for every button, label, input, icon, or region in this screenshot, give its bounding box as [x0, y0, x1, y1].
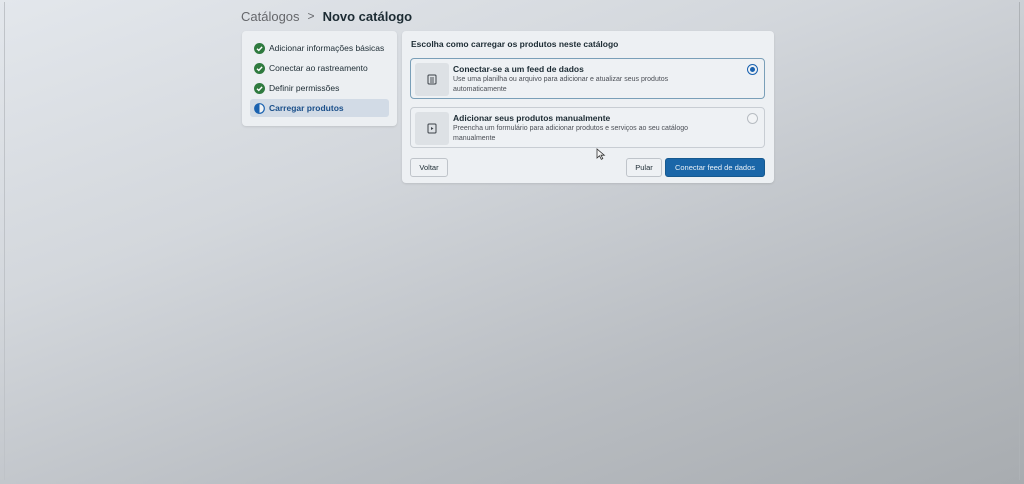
radio-manual[interactable] [747, 113, 758, 124]
skip-button[interactable]: Pular [626, 158, 662, 177]
card-title: Escolha como carregar os produtos neste … [411, 39, 619, 49]
step-label: Adicionar informações básicas [269, 43, 385, 53]
option-title: Conectar-se a um feed de dados [453, 64, 584, 74]
option-description: Use uma planilha ou arquivo para adicion… [453, 76, 669, 93]
setup-stepper: Adicionar informações básicas Conectar a… [242, 31, 397, 126]
check-circle-icon [254, 62, 265, 74]
step-label: Carregar produtos [269, 103, 344, 113]
connect-feed-button[interactable]: Conectar feed de dados [665, 158, 765, 177]
option-manual[interactable]: Adicionar seus produtos manualmente Pree… [410, 107, 765, 148]
step-basic-info[interactable]: Adicionar informações básicas [250, 39, 389, 57]
check-circle-icon [254, 42, 265, 54]
back-button[interactable]: Voltar [410, 158, 448, 177]
step-permissions[interactable]: Definir permissões [250, 79, 389, 97]
breadcrumb: Catálogos > Novo catálogo [241, 8, 412, 24]
chevron-right-icon: > [307, 9, 315, 23]
option-description: Preencha um formulário para adicionar pr… [453, 125, 689, 142]
step-upload-products[interactable]: Carregar produtos [250, 99, 389, 117]
option-data-feed[interactable]: Conectar-se a um feed de dados Use uma p… [410, 58, 765, 99]
check-circle-icon [254, 82, 265, 94]
page-title: Novo catálogo [322, 8, 413, 24]
spreadsheet-icon [415, 63, 449, 96]
step-label: Conectar ao rastreamento [269, 63, 368, 73]
mouse-cursor-icon [596, 148, 606, 160]
upload-method-card: Escolha como carregar os produtos neste … [402, 31, 774, 183]
radio-data-feed[interactable] [747, 64, 758, 75]
option-title: Adicionar seus produtos manualmente [453, 113, 611, 123]
step-label: Definir permissões [269, 83, 340, 93]
step-tracking[interactable]: Conectar ao rastreamento [250, 59, 389, 77]
half-circle-progress-icon [254, 102, 265, 114]
breadcrumb-catalogs-link[interactable]: Catálogos [241, 9, 300, 24]
form-icon [415, 112, 449, 145]
